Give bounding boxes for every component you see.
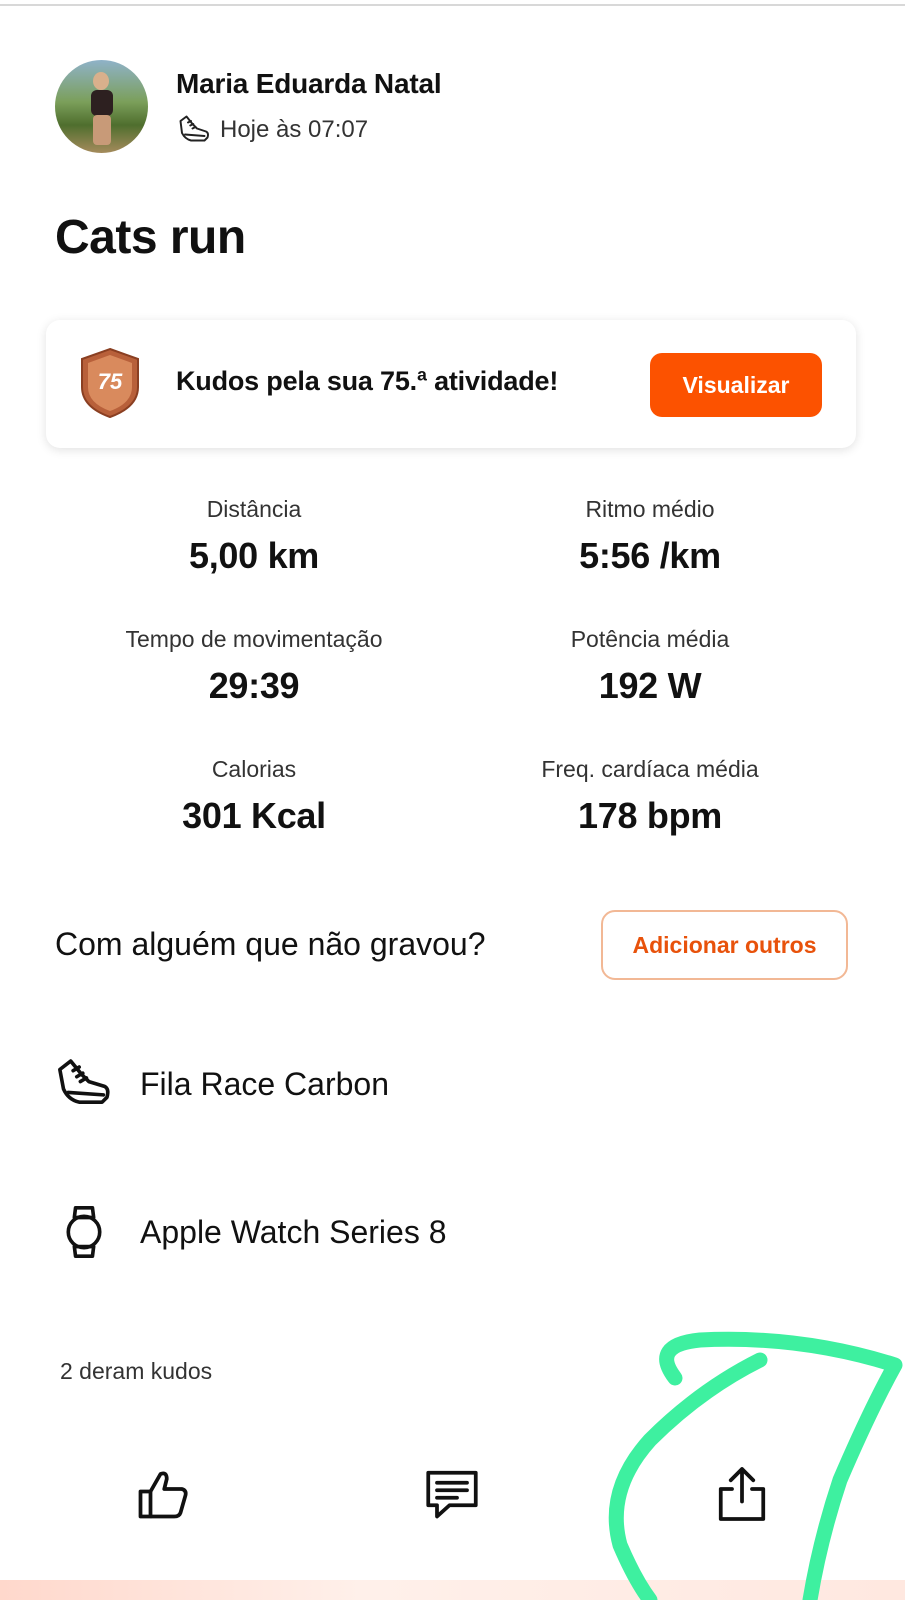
stat-label: Distância <box>206 496 302 522</box>
activity-title: Cats run <box>55 211 246 264</box>
view-achievement-button[interactable]: Visualizar <box>650 353 822 417</box>
add-others-button[interactable]: Adicionar outros <box>601 910 848 980</box>
stat-label: Potência média <box>570 626 730 652</box>
shoe-icon <box>58 1059 110 1104</box>
stat-moving-time: Tempo de movimentação 29:39 <box>54 626 454 707</box>
stat-value: 5:56 /km <box>579 535 721 576</box>
stat-pace: Ritmo médio 5:56 /km <box>450 496 850 577</box>
thumbs-up-icon <box>138 1471 188 1519</box>
achievement-message: Kudos pela sua 75.ª atividade! <box>176 366 559 396</box>
activity-timestamp: Hoje às 07:07 <box>220 116 369 143</box>
shoe-icon <box>179 115 209 142</box>
stat-heart-rate: Freq. cardíaca média 178 bpm <box>450 756 850 837</box>
achievement-badge-icon: 75 <box>81 347 139 419</box>
gear-item-watch[interactable]: Apple Watch Series 8 <box>55 1203 447 1261</box>
share-action[interactable] <box>710 1462 774 1526</box>
stat-calories: Calorias 301 Kcal <box>54 756 454 837</box>
add-others-prompt: Com alguém que não gravou? <box>55 926 486 962</box>
athlete-name[interactable]: Maria Eduarda Natal <box>176 68 442 100</box>
stat-label: Calorias <box>211 756 297 782</box>
gear-label: Apple Watch Series 8 <box>140 1213 447 1250</box>
stat-label: Ritmo médio <box>585 496 715 522</box>
achievement-card: 75 Kudos pela sua 75.ª atividade! Visual… <box>46 320 856 448</box>
stat-value: 5,00 km <box>189 535 319 576</box>
gear-item-shoes[interactable]: Fila Race Carbon <box>55 1055 389 1113</box>
bottom-edge <box>0 1580 905 1600</box>
watch-icon <box>66 1206 102 1258</box>
stat-value: 29:39 <box>208 665 300 706</box>
activity-meta: Hoje às 07:07 <box>176 112 368 148</box>
share-icon <box>718 1467 766 1521</box>
stat-distance: Distância 5,00 km <box>54 496 454 577</box>
stat-value: 178 bpm <box>578 795 722 836</box>
comment-icon <box>426 1470 478 1519</box>
badge-number: 75 <box>98 369 123 394</box>
stat-power: Potência média 192 W <box>450 626 850 707</box>
comment-action[interactable] <box>420 1462 484 1526</box>
kudos-action[interactable] <box>131 1462 195 1526</box>
top-divider <box>0 4 905 6</box>
stat-label: Freq. cardíaca média <box>541 756 759 782</box>
stat-value: 301 Kcal <box>182 795 326 836</box>
stat-label: Tempo de movimentação <box>125 626 383 652</box>
gear-label: Fila Race Carbon <box>140 1065 389 1102</box>
kudos-count[interactable]: 2 deram kudos <box>60 1358 212 1385</box>
avatar[interactable] <box>55 60 148 153</box>
stat-value: 192 W <box>598 665 702 706</box>
